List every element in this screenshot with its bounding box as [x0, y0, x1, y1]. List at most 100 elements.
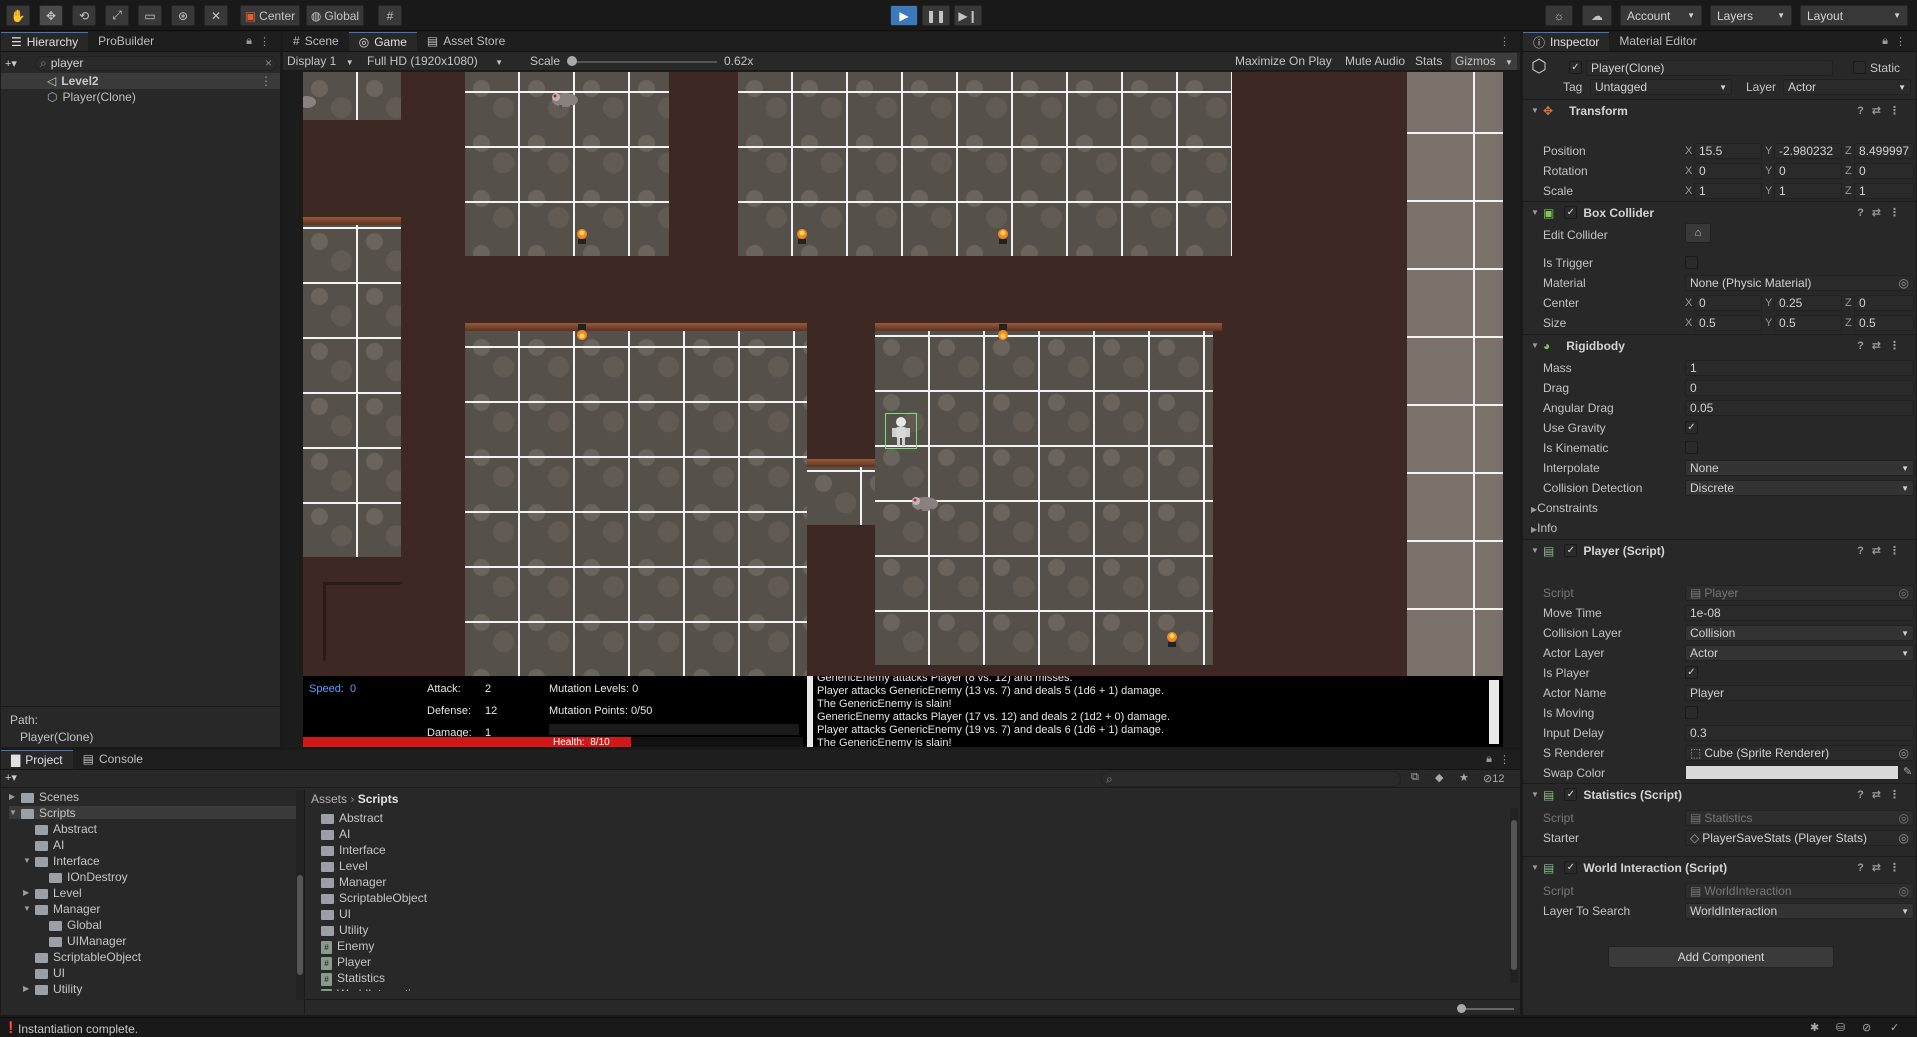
custom-tool-icon[interactable]: ✕ [204, 5, 228, 26]
move-time-field[interactable]: 1e-08 [1685, 605, 1914, 621]
is-moving-checkbox[interactable] [1685, 706, 1698, 719]
folder-tree-item[interactable]: ▶ Level [23, 886, 82, 900]
tab-project[interactable]: ▇ Project [1, 750, 73, 769]
enabled-checkbox[interactable]: ✓ [1564, 544, 1578, 557]
eyedropper-icon[interactable]: ✎ [1903, 765, 1912, 778]
folder-tree-item[interactable]: Global [37, 918, 102, 932]
rect-tool-icon[interactable]: ▭ [138, 5, 162, 26]
constraints-foldout[interactable]: ▶Constraints [1531, 501, 1598, 515]
is-kinematic-checkbox[interactable] [1685, 441, 1698, 454]
scale-tool-icon[interactable]: ⤢ [105, 5, 129, 26]
tab-probuilder[interactable]: ProBuilder [88, 32, 164, 51]
grid-snap-icon[interactable]: # [378, 5, 402, 26]
pause-button[interactable]: ❚❚ [922, 5, 950, 26]
folder-item[interactable]: Manager [321, 875, 386, 889]
swap-color-swatch[interactable] [1685, 765, 1899, 780]
folder-item[interactable]: Abstract [321, 811, 383, 825]
rotation-x-field[interactable]: 0 [1694, 163, 1762, 179]
chevron-down-icon[interactable]: ▼ [9, 808, 21, 817]
breadcrumb-assets[interactable]: Assets [311, 792, 347, 806]
folder-item[interactable]: ScriptableObject [321, 891, 427, 905]
component-actions[interactable]: ?⇄⋮ [1857, 788, 1908, 801]
folder-tree-item[interactable]: ▶SO [9, 998, 56, 1001]
folder-item[interactable]: Interface [321, 843, 386, 857]
object-name-field[interactable]: Player(Clone) [1586, 60, 1833, 76]
tab-material-editor[interactable]: Material Editor [1609, 32, 1706, 51]
layers-dropdown[interactable]: Layers ▼ [1710, 5, 1792, 26]
resolution-dropdown[interactable]: Full HD (1920x1080) ▼ [367, 54, 503, 68]
filter-label-icon[interactable]: ◆ [1435, 771, 1443, 784]
stats-button[interactable]: Stats [1415, 54, 1442, 68]
statistics-header[interactable]: ▼ ▤ ✓ Statistics (Script) ?⇄⋮ [1523, 783, 1916, 805]
folder-item[interactable]: Utility [321, 923, 368, 937]
tree-scrollbar[interactable] [296, 790, 304, 1000]
tag-dropdown[interactable]: Untagged ▼ [1590, 79, 1732, 95]
folder-item[interactable]: Level [321, 859, 368, 873]
more-icon[interactable]: ⋮ [259, 35, 270, 48]
tab-inspector[interactable]: ⓘ Inspector [1523, 32, 1610, 51]
component-actions[interactable]: ?⇄⋮ [1857, 544, 1908, 557]
size-y-field[interactable]: 0.5 [1774, 315, 1842, 331]
project-search-input[interactable]: ⌕ [1101, 771, 1401, 787]
enabled-checkbox[interactable]: ✓ [1564, 206, 1578, 219]
more-icon[interactable]: ⋮ [1499, 753, 1510, 766]
filter-type-icon[interactable]: ⧉ [1411, 771, 1419, 784]
folder-tree-item[interactable]: ScriptableObject [23, 950, 141, 964]
icon-size-slider[interactable] [1459, 1008, 1514, 1010]
pivot-center-button[interactable]: ▣ Center [240, 5, 300, 26]
project-splitter[interactable] [304, 790, 305, 1015]
files-scroll-thumb[interactable] [1511, 820, 1517, 970]
is-trigger-checkbox[interactable] [1685, 256, 1698, 269]
account-dropdown[interactable]: Account ▼ [1620, 5, 1702, 26]
folder-tree-item[interactable]: ▶ Utility [23, 982, 82, 996]
lock-icon[interactable]: 🔒︎ [1882, 35, 1888, 48]
layout-dropdown[interactable]: Layout ▼ [1800, 5, 1908, 26]
tab-asset-store[interactable]: ▤ Asset Store [417, 32, 515, 51]
scale-slider-track[interactable] [567, 61, 717, 63]
hierarchy-item-player[interactable]: ⬡ Player(Clone) [1, 89, 280, 105]
target-icon[interactable]: ◎ [1899, 831, 1909, 845]
use-gravity-checkbox[interactable]: ✓ [1685, 421, 1698, 434]
tree-scroll-thumb[interactable] [297, 875, 303, 975]
clear-icon[interactable]: × [265, 57, 272, 70]
folder-tree-item[interactable]: IOnDestroy [37, 870, 128, 884]
network-icon[interactable]: ⊘ [1862, 1021, 1871, 1034]
tab-scene[interactable]: # Scene [283, 32, 349, 51]
position-y-field[interactable]: -2.980232 [1774, 143, 1842, 159]
cache-icon[interactable]: ⛁ [1836, 1021, 1845, 1034]
actor-name-field[interactable]: Player [1685, 685, 1914, 701]
add-icon[interactable]: +▾ [5, 771, 17, 784]
play-button[interactable]: ▶ [890, 5, 918, 26]
scale-y-field[interactable]: 1 [1774, 183, 1842, 199]
more-icon[interactable]: ⋮ [260, 74, 272, 88]
maximize-on-play-button[interactable]: Maximize On Play [1235, 54, 1332, 68]
gizmos-button[interactable]: Gizmos ▼ [1451, 53, 1517, 70]
target-icon[interactable]: ◎ [1899, 746, 1909, 760]
services-icon[interactable]: ☼ [1545, 5, 1573, 26]
folder-tree-item[interactable]: UI [23, 966, 65, 980]
static-checkbox[interactable] [1853, 61, 1866, 74]
mass-field[interactable]: 1 [1685, 360, 1914, 376]
folder-tree-item[interactable]: AI [23, 838, 64, 852]
cloud-icon[interactable]: ☁ [1582, 5, 1612, 26]
position-z-field[interactable]: 8.499997 [1854, 143, 1914, 159]
collision-layer-dropdown[interactable]: Collision ▼ [1685, 625, 1914, 641]
chevron-right-icon[interactable]: ▶ [23, 888, 35, 897]
chevron-down-icon[interactable]: ▼ [23, 856, 35, 865]
size-x-field[interactable]: 0.5 [1694, 315, 1762, 331]
target-icon[interactable]: ◎ [1899, 276, 1909, 290]
rotation-y-field[interactable]: 0 [1774, 163, 1842, 179]
center-z-field[interactable]: 0 [1854, 295, 1914, 311]
center-y-field[interactable]: 0.25 [1774, 295, 1842, 311]
script-item[interactable]: # Enemy [321, 939, 374, 954]
icon-size-handle[interactable] [1457, 1004, 1466, 1013]
script-item[interactable]: # Player [321, 955, 371, 970]
component-actions[interactable]: ?⇄⋮ [1857, 104, 1908, 117]
files-scrollbar[interactable] [1510, 808, 1518, 983]
search-input[interactable]: ⌕ player × [35, 55, 277, 71]
check-icon[interactable]: ✓ [1890, 1021, 1899, 1034]
folder-item[interactable]: AI [321, 827, 350, 841]
active-checkbox[interactable]: ✓ [1569, 61, 1582, 74]
status-message[interactable]: Instantiation complete. [18, 1022, 138, 1036]
more-icon[interactable]: ⋮ [1499, 35, 1510, 48]
